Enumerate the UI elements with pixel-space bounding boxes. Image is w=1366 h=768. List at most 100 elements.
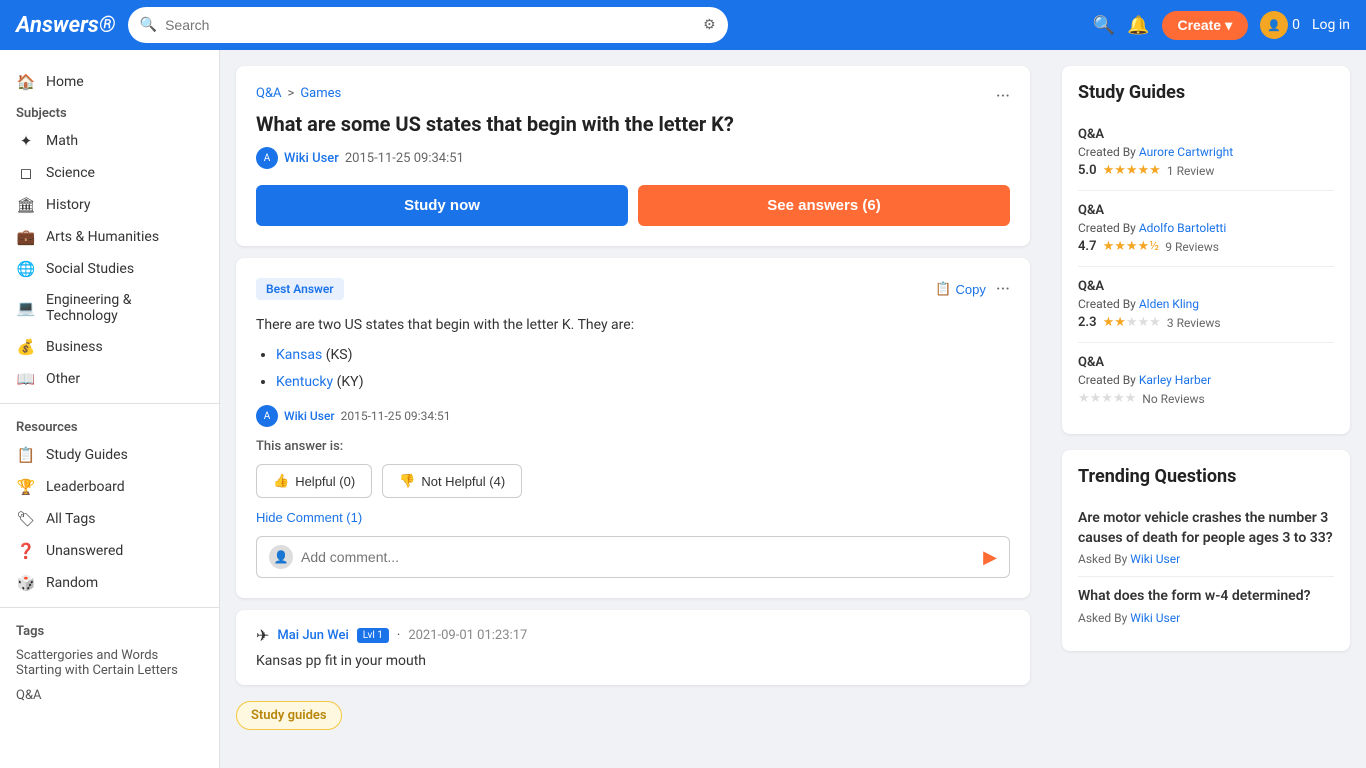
comment-input-row: 👤 ▶ — [256, 536, 1010, 578]
breadcrumb-category[interactable]: Games — [300, 86, 341, 101]
answer-author-link[interactable]: Wiki User — [284, 409, 335, 423]
sg-type-2: Q&A — [1078, 203, 1334, 218]
sidebar-item-other[interactable]: 📖 Other — [0, 363, 219, 395]
comment-meta: ✈ Mai Jun Wei Lvl 1 · 2021-09-01 01:23:1… — [256, 626, 1010, 645]
sg-rating-row-4: ★★★★★ No Reviews — [1078, 391, 1334, 406]
sidebar-item-study-guides[interactable]: 📋 Study Guides — [0, 439, 219, 471]
commenter-name-link[interactable]: Mai Jun Wei — [277, 628, 348, 643]
leaderboard-icon: 🏆 — [16, 478, 36, 496]
sidebar-item-math[interactable]: ✦ Math — [0, 125, 219, 157]
not-helpful-button[interactable]: 👎 Not Helpful (4) — [382, 464, 522, 498]
science-icon: ◻ — [16, 164, 36, 182]
social-studies-icon: 🌐 — [16, 260, 36, 278]
tq-item-2: What does the form w-4 determined? Asked… — [1078, 577, 1334, 635]
sidebar-divider-1 — [0, 403, 219, 404]
sidebar-tag-2[interactable]: Q&A — [0, 683, 219, 708]
breadcrumb-sep: > — [288, 86, 295, 101]
comment-send-button[interactable]: ▶ — [983, 547, 997, 568]
answer-verdict: This answer is: — [256, 439, 1010, 454]
other-icon: 📖 — [16, 370, 36, 388]
more-options-icon[interactable]: ··· — [996, 86, 1010, 107]
filter-icon[interactable]: ⚙ — [703, 17, 716, 33]
question-title: What are some US states that begin with … — [256, 111, 1010, 137]
copy-button[interactable]: 📋 Copy — [935, 281, 986, 297]
sg-creator-link-4[interactable]: Karley Harber — [1139, 373, 1211, 387]
sg-rating-2: 4.7 — [1078, 239, 1097, 254]
sg-item-4: Q&A Created By Karley Harber ★★★★★ No Re… — [1078, 343, 1334, 418]
sg-item-2: Q&A Created By Adolfo Bartoletti 4.7 ★★★… — [1078, 191, 1334, 267]
sidebar-item-science[interactable]: ◻ Science — [0, 157, 219, 189]
see-answers-button[interactable]: See answers (6) — [638, 185, 1010, 226]
chevron-down-icon: ▾ — [1225, 17, 1232, 34]
answer-more-icon[interactable]: ··· — [996, 279, 1010, 300]
main-layout: 🏠 Home Subjects ✦ Math ◻ Science 🏛 Histo… — [0, 0, 1366, 768]
sidebar-item-arts[interactable]: 💼 Arts & Humanities — [0, 221, 219, 253]
sg-stars-2: ★★★★½ — [1103, 239, 1160, 254]
helpful-button[interactable]: 👍 Helpful (0) — [256, 464, 372, 498]
resources-label: Resources — [0, 412, 219, 439]
user-coin: 👤 — [1260, 11, 1288, 39]
create-button[interactable]: Create ▾ — [1162, 11, 1249, 40]
search-input[interactable] — [165, 17, 695, 33]
comment-body: Kansas pp fit in your mouth — [256, 653, 1010, 669]
kentucky-link[interactable]: Kentucky — [276, 374, 333, 390]
arts-icon: 💼 — [16, 228, 36, 246]
sg-rating-row-2: 4.7 ★★★★½ 9 Reviews — [1078, 239, 1334, 254]
study-guides-badge[interactable]: Study guides — [236, 701, 342, 730]
sg-creator-link-3[interactable]: Alden Kling — [1139, 297, 1199, 311]
login-button[interactable]: Log in — [1312, 17, 1350, 33]
kansas-link[interactable]: Kansas — [276, 347, 322, 363]
sg-rating-row-3: 2.3 ★★★★★ 3 Reviews — [1078, 315, 1334, 330]
sg-reviews-2: 9 Reviews — [1165, 240, 1219, 254]
sg-rating-1: 5.0 — [1078, 163, 1097, 178]
math-icon: ✦ — [16, 132, 36, 150]
study-now-button[interactable]: Study now — [256, 185, 628, 226]
tq-user-link-2[interactable]: Wiki User — [1130, 611, 1180, 625]
sg-rating-row-1: 5.0 ★★★★★ 1 Review — [1078, 163, 1334, 178]
sg-creator-4: Created By Karley Harber — [1078, 373, 1334, 387]
logo: Answers® — [16, 13, 116, 38]
vote-row: 👍 Helpful (0) 👎 Not Helpful (4) — [256, 464, 1010, 498]
breadcrumb: Q&A > Games — [256, 86, 341, 101]
study-guides-title: Study Guides — [1078, 82, 1334, 103]
tq-question-2: What does the form w-4 determined? — [1078, 587, 1334, 607]
sidebar-tag-1[interactable]: Scattergories and Words Starting with Ce… — [0, 643, 219, 683]
bell-icon[interactable]: 🔔 — [1127, 15, 1149, 36]
sidebar-item-leaderboard[interactable]: 🏆 Leaderboard — [0, 471, 219, 503]
sidebar-item-all-tags[interactable]: 🏷 All Tags — [0, 503, 219, 535]
question-header-row: Q&A > Games ··· — [256, 86, 1010, 111]
sg-creator-link-1[interactable]: Aurore Cartwright — [1139, 145, 1233, 159]
sg-type-3: Q&A — [1078, 279, 1334, 294]
study-guides-badge-row: Study guides — [236, 697, 1030, 738]
hide-comment-button[interactable]: Hide Comment (1) — [256, 510, 362, 525]
sidebar-item-home[interactable]: 🏠 Home — [0, 66, 219, 98]
sidebar-item-engineering[interactable]: 💻 Engineering & Technology — [0, 285, 219, 331]
sidebar-item-business[interactable]: 💰 Business — [0, 331, 219, 363]
action-buttons-row: Study now See answers (6) — [256, 185, 1010, 226]
answer-header: Best Answer 📋 Copy ··· — [256, 278, 1010, 300]
tq-user-link-1[interactable]: Wiki User — [1130, 552, 1180, 566]
best-answer-badge: Best Answer — [256, 278, 344, 300]
sidebar-item-unanswered[interactable]: ❓ Unanswered — [0, 535, 219, 567]
breadcrumb-qa[interactable]: Q&A — [256, 86, 282, 101]
trending-title: Trending Questions — [1078, 466, 1334, 487]
tags-label: Tags — [0, 616, 219, 643]
search-icon-header[interactable]: 🔍 — [1093, 15, 1115, 36]
search-icon: 🔍 — [140, 17, 157, 33]
sidebar-item-social-studies[interactable]: 🌐 Social Studies — [0, 253, 219, 285]
sg-stars-3: ★★★★★ — [1103, 315, 1161, 330]
sg-creator-link-2[interactable]: Adolfo Bartoletti — [1139, 221, 1226, 235]
comment-user-icon: 👤 — [269, 545, 293, 569]
study-guides-card: Study Guides Q&A Created By Aurore Cartw… — [1062, 66, 1350, 434]
comment-date: 2021-09-01 01:23:17 — [408, 628, 527, 643]
commenter-icon: ✈ — [256, 626, 269, 645]
search-bar[interactable]: 🔍 ⚙ — [128, 7, 728, 43]
sg-stars-1: ★★★★★ — [1103, 163, 1161, 178]
sg-creator-2: Created By Adolfo Bartoletti — [1078, 221, 1334, 235]
sidebar-item-history[interactable]: 🏛 History — [0, 189, 219, 221]
comment-input[interactable] — [301, 549, 975, 565]
question-author-link[interactable]: Wiki User — [284, 151, 339, 166]
answer-body: There are two US states that begin with … — [256, 314, 1010, 393]
sidebar-item-random[interactable]: 🎲 Random — [0, 567, 219, 599]
question-date: 2015-11-25 09:34:51 — [345, 151, 464, 166]
